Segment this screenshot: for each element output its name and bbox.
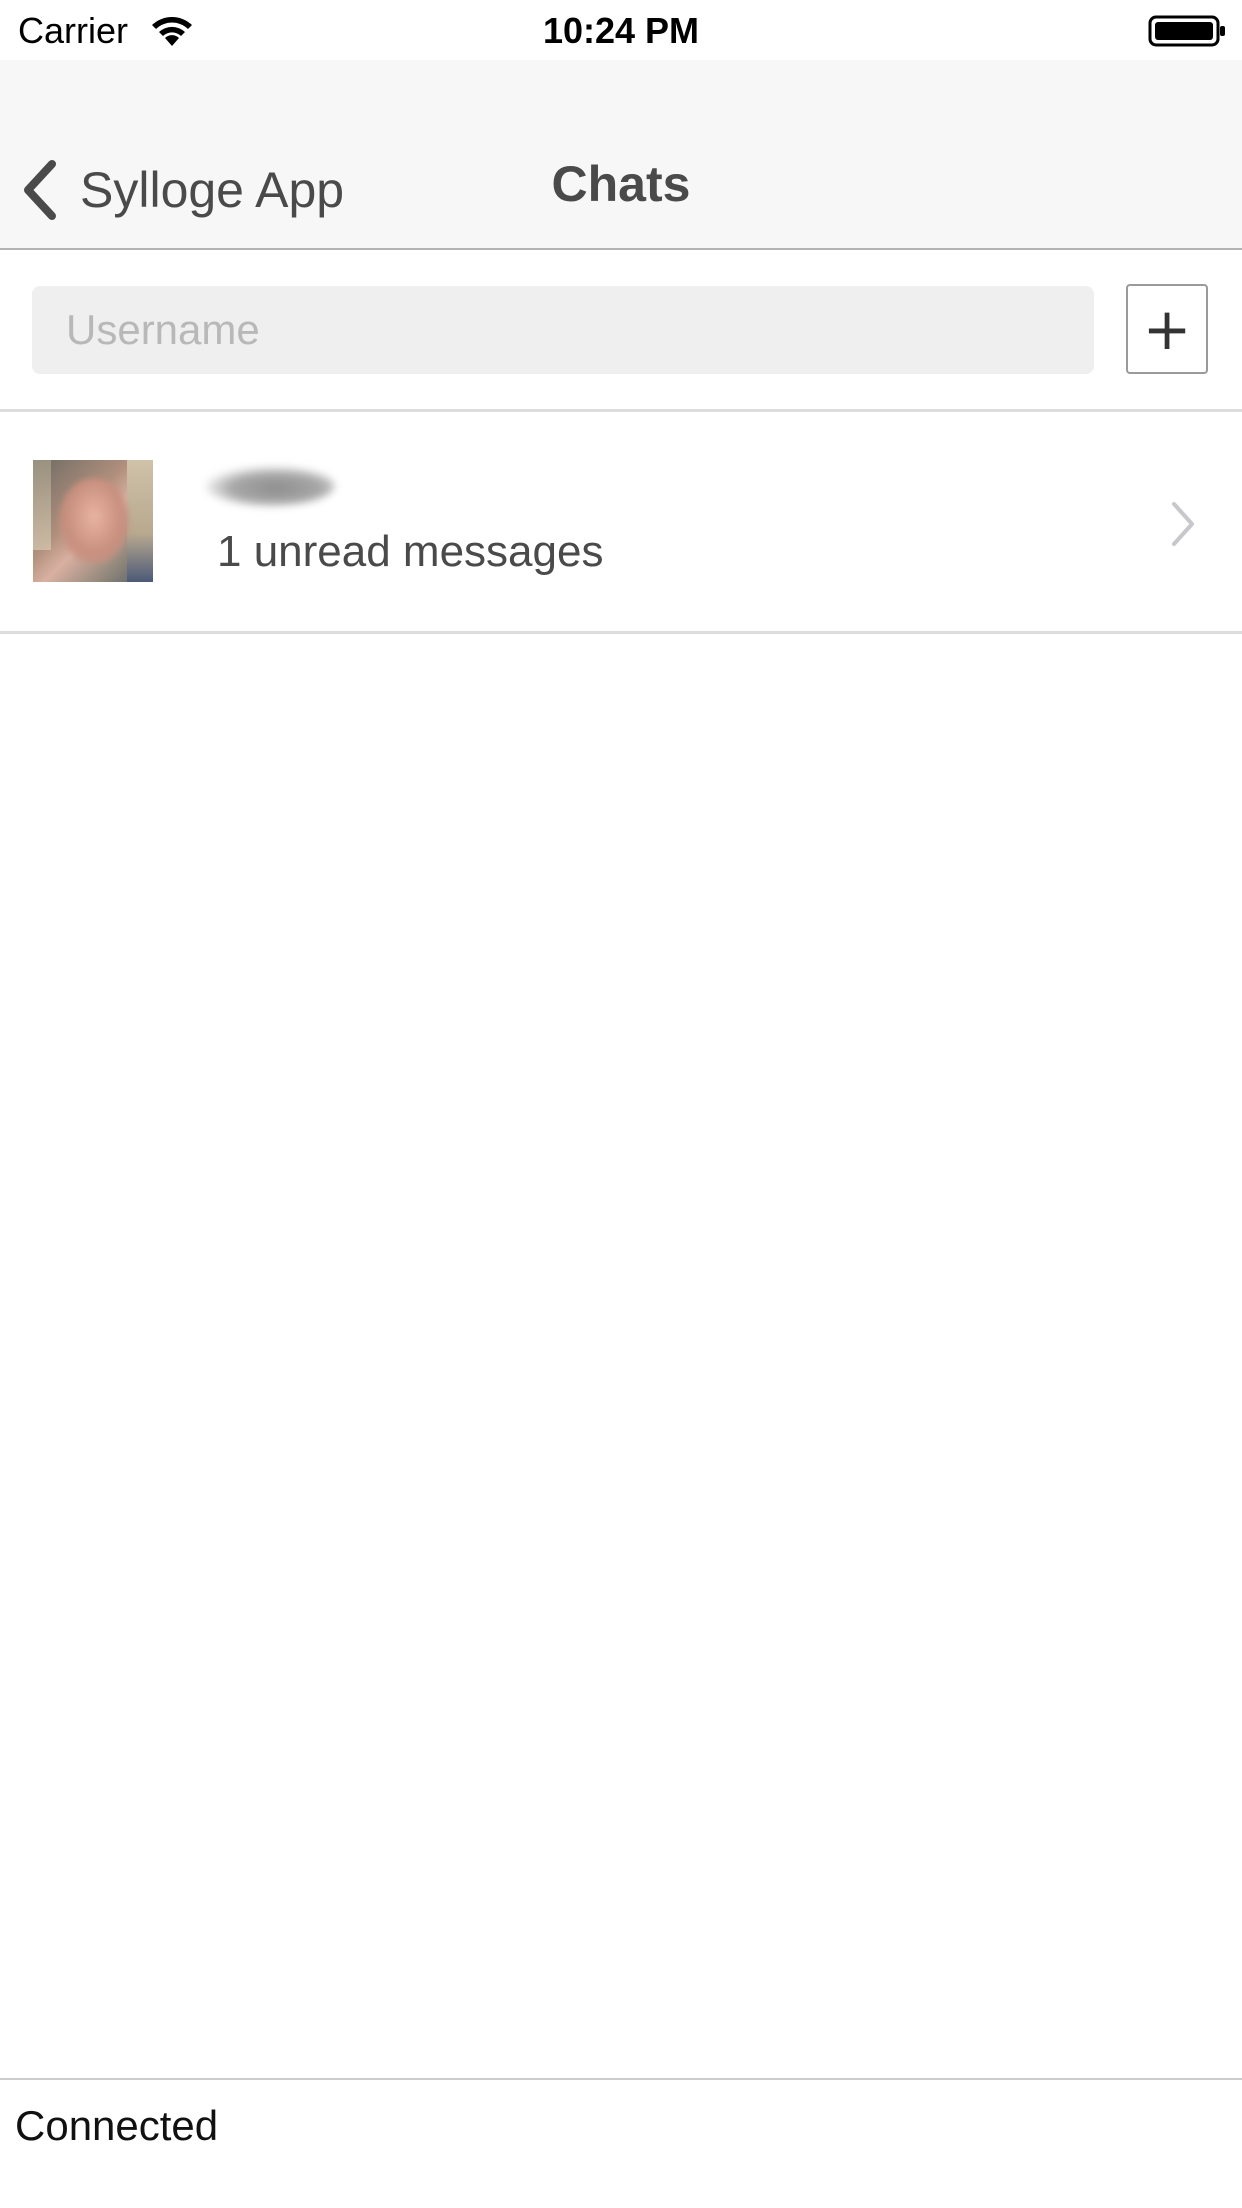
page-title: Chats xyxy=(551,156,691,212)
navigation-bar: Sylloge App Chats xyxy=(0,60,1242,250)
chat-name-redacted xyxy=(205,466,335,506)
add-chat-row: + xyxy=(0,250,1242,412)
chat-name xyxy=(205,460,345,512)
chevron-right-icon xyxy=(1172,502,1194,546)
status-time: 10:24 PM xyxy=(542,10,700,51)
plus-icon: + xyxy=(1142,295,1192,363)
status-bar: Carrier 10:24 PM xyxy=(0,0,1242,60)
chat-unread-count: 1 unread messages xyxy=(217,527,604,576)
connection-status: Connected xyxy=(15,2102,219,2149)
chat-list: 1 unread messages xyxy=(0,412,1242,634)
username-input[interactable] xyxy=(32,286,1094,374)
add-chat-button[interactable]: + xyxy=(1126,284,1208,374)
avatar xyxy=(33,460,153,582)
battery-icon xyxy=(1148,14,1228,48)
list-item[interactable]: 1 unread messages xyxy=(0,412,1242,634)
connection-bar: Connected xyxy=(0,2078,1242,2208)
